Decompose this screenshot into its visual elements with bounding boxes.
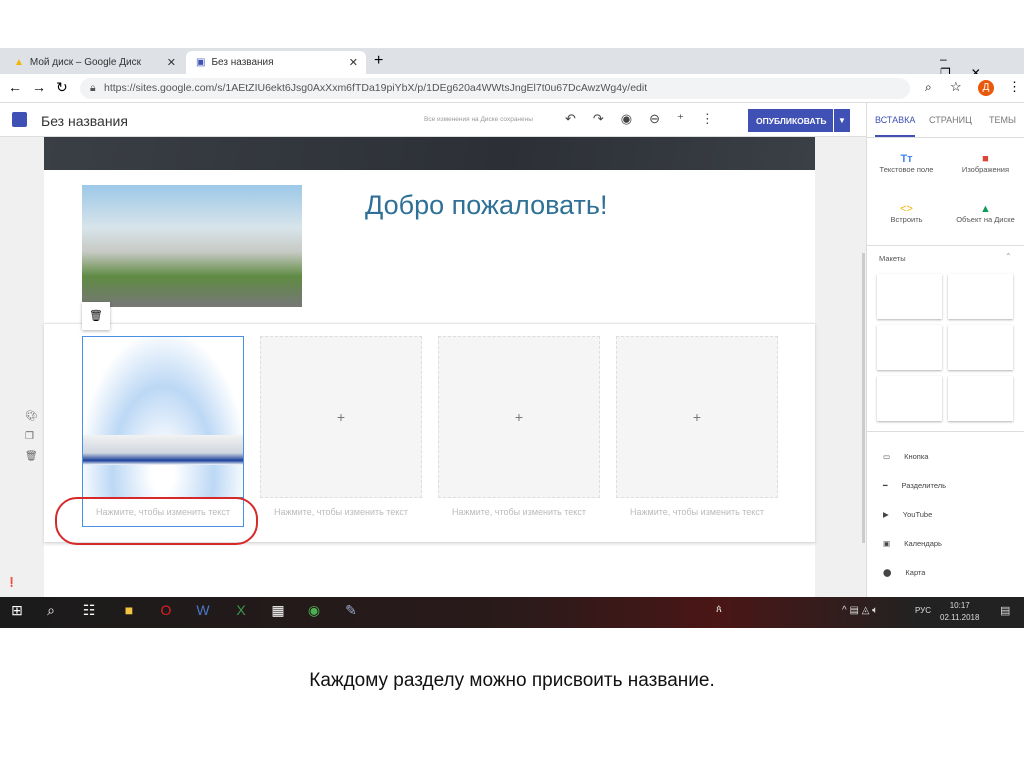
language-indicator[interactable]: РУС <box>915 606 931 615</box>
site-title[interactable]: Без названия <box>41 113 128 129</box>
insert-youtube[interactable]: ▶ YouTube <box>883 510 932 519</box>
menu-icon[interactable]: ⋮ <box>1008 79 1021 95</box>
caption-text-2[interactable]: Нажмите, чтобы изменить текст <box>260 507 422 517</box>
task-view-icon[interactable]: ☷ <box>78 602 100 624</box>
button-icon: ▭ <box>883 452 891 461</box>
clock[interactable]: 10:17 02.11.2018 <box>940 600 979 624</box>
tab-pages[interactable]: СТРАНИЦ <box>929 115 972 125</box>
tab-drive[interactable]: ▲ Мой диск – Google Диск ✕ <box>4 51 184 74</box>
book-pages <box>83 435 243 465</box>
tab-themes[interactable]: ТЕМЫ <box>989 115 1016 125</box>
divider-icon: ━ <box>883 481 888 490</box>
insert-map[interactable]: ⬤ Карта <box>883 568 925 577</box>
sites-app-bar: Без названия Все изменения на Диске сохр… <box>0 103 866 137</box>
notifications-icon[interactable]: ▤ <box>1000 604 1010 617</box>
image-placeholder-4[interactable]: + <box>616 336 778 498</box>
star-icon[interactable]: ☆ <box>950 79 962 95</box>
profile-avatar[interactable]: Д <box>978 80 994 96</box>
layout-4[interactable] <box>948 325 1013 370</box>
browser-tab-bar: ▲ Мой диск – Google Диск ✕ ▣ Без названия ✕ … <box>0 48 1024 80</box>
map-pin-icon: ⬤ <box>883 568 892 577</box>
insert-text-box[interactable]: Tт Текстовое поле <box>867 153 946 174</box>
search-icon[interactable]: ⌕ <box>40 602 62 624</box>
image-icon: ■ <box>982 153 989 165</box>
calendar-icon: ▣ <box>883 539 891 548</box>
lock-icon: 🔒︎ <box>90 82 96 94</box>
insert-embed[interactable]: <> Встроить <box>867 203 946 224</box>
url-field[interactable]: 🔒︎ https://sites.google.com/s/1AEtZIU6ekt… <box>80 78 910 99</box>
insert-drive[interactable]: ▲ Объект на Диске <box>946 203 1024 224</box>
address-bar-row: ←→↻ 🔒︎ https://sites.google.com/s/1AEtZIU… <box>0 74 1024 103</box>
book-image[interactable] <box>82 336 244 498</box>
insert-divider[interactable]: ━ Разделитель <box>883 481 946 490</box>
highlight-ellipse <box>55 497 258 545</box>
sites-logo-icon <box>12 112 27 127</box>
nav-buttons[interactable]: ←→↻ <box>8 79 78 96</box>
explorer-icon[interactable]: ■ <box>118 602 140 624</box>
close-tab-icon[interactable]: ✕ <box>167 56 176 69</box>
layout-5[interactable] <box>877 376 942 421</box>
editor-canvas: 🎨︎ ❐ 🗑︎ Добро пожаловать! 🗑︎ + + + Нажмите… <box>0 137 866 597</box>
youtube-icon: ▶ <box>883 510 889 519</box>
insert-button[interactable]: ▭ Кнопка <box>883 452 928 461</box>
people-icon[interactable]: ጰ <box>716 604 722 615</box>
drive-icon: ▲ <box>980 203 991 215</box>
school-photo[interactable] <box>82 185 302 307</box>
delete-section-button[interactable]: 🗑︎ <box>82 302 110 330</box>
header-banner[interactable] <box>44 137 815 170</box>
insert-images[interactable]: ■ Изображения <box>946 153 1024 174</box>
site-page: Добро пожаловать! 🗑︎ + + + Нажмите, чтоб… <box>44 137 815 597</box>
word-icon[interactable]: W <box>192 602 214 624</box>
embed-icon: <> <box>900 203 913 215</box>
image-placeholder-3[interactable]: + <box>438 336 600 498</box>
section-tools-icons[interactable]: 🎨︎ ❐ 🗑︎ <box>25 407 38 467</box>
insert-calendar[interactable]: ▣ Календарь <box>883 539 942 548</box>
collapse-icon[interactable]: ⌃ <box>1005 252 1012 261</box>
tray-icons[interactable]: ^ ▤ ◬ 🔈︎ <box>842 605 878 616</box>
sites-icon: ▣ <box>196 57 206 68</box>
calculator-icon[interactable]: ▦ <box>267 602 289 624</box>
opera-icon[interactable]: O <box>155 602 177 624</box>
caption-text-4[interactable]: Нажмите, чтобы изменить текст <box>616 507 778 517</box>
layout-2[interactable] <box>948 274 1013 319</box>
text-icon: Tт <box>900 153 913 165</box>
feedback-icon[interactable]: ❗ <box>6 577 17 588</box>
save-status: Все изменения на Диске сохранены <box>424 116 533 123</box>
publish-dropdown-icon[interactable]: ▼ <box>834 109 850 132</box>
layout-1[interactable] <box>877 274 942 319</box>
excel-icon[interactable]: X <box>230 602 252 624</box>
image-placeholder-2[interactable]: + <box>260 336 422 498</box>
caption-text-3[interactable]: Нажмите, чтобы изменить текст <box>438 507 600 517</box>
publish-button[interactable]: ОПУБЛИКОВАТЬ <box>748 109 833 132</box>
toolbar-icons[interactable]: ↶↷◉⊖⁺⋮ <box>565 111 731 127</box>
new-tab-button[interactable]: + <box>374 52 383 70</box>
layout-6[interactable] <box>948 376 1013 421</box>
tab-site[interactable]: ▣ Без названия ✕ <box>186 51 366 74</box>
windows-taskbar: ⊞ ⌕ ☷ ■ O W X ▦ ◉ ✎ ጰ ^ ▤ ◬ 🔈︎ РУС 10:17… <box>0 597 1024 628</box>
zoom-icon[interactable]: ⌕ <box>925 80 932 95</box>
paint-icon[interactable]: ✎ <box>340 602 362 624</box>
scrollbar[interactable] <box>862 253 865 543</box>
slide-caption: Каждому разделу можно присвоить название… <box>309 670 715 691</box>
layout-3[interactable] <box>877 325 942 370</box>
chrome-icon[interactable]: ◉ <box>303 602 325 624</box>
drive-icon: ▲ <box>14 57 24 68</box>
layouts-label: Макеты <box>879 254 906 263</box>
insert-panel: ВСТАВКА СТРАНИЦ ТЕМЫ Tт Текстовое поле ■ И… <box>862 103 1024 597</box>
windows-start-icon[interactable]: ⊞ <box>6 602 28 624</box>
close-tab-icon[interactable]: ✕ <box>349 56 358 69</box>
welcome-heading[interactable]: Добро пожаловать! <box>365 190 608 221</box>
tab-insert[interactable]: ВСТАВКА <box>875 115 916 137</box>
